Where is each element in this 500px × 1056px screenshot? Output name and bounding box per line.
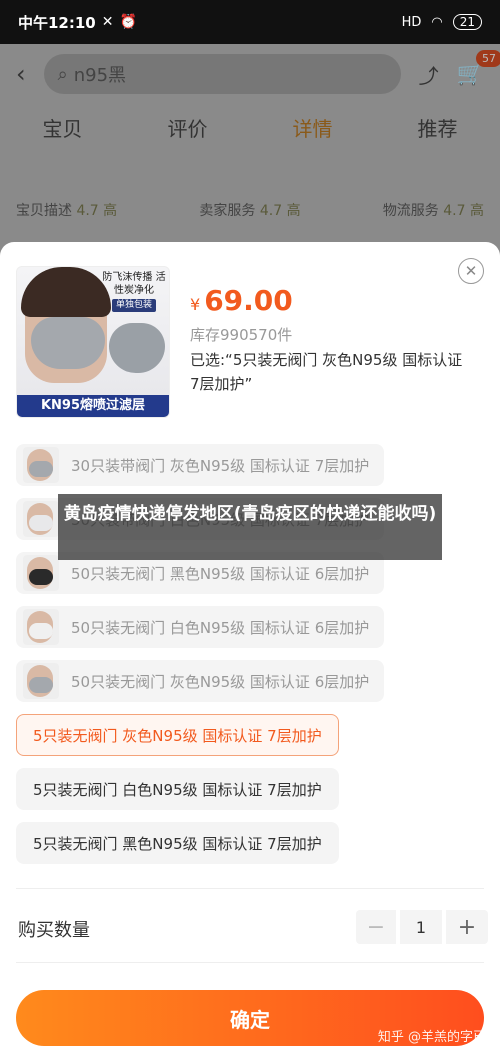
sku-option-label: 50只装无阀门 灰色N95级 国标认证 6层加护: [71, 672, 370, 691]
divider: [16, 962, 484, 963]
image-caption: 防飞沫传播 活性炭净化 单独包装: [102, 272, 166, 312]
currency-symbol: ¥: [190, 295, 201, 314]
sku-thumbnail: [23, 555, 59, 591]
source-credit: 知乎 @羊羔的字已: [377, 1030, 486, 1045]
search-text: n95黑: [73, 65, 127, 86]
sku-option[interactable]: 30只装带阀门 灰色N95级 国标认证 7层加护: [16, 444, 385, 486]
quantity-label: 购买数量: [18, 920, 90, 941]
rating-item: 宝贝描述 4.7 高: [16, 203, 118, 219]
quantity-value[interactable]: 1: [400, 910, 442, 944]
sku-thumbnail: [23, 663, 59, 699]
status-bar: 中午12:10 ✕ ⏰ HD ◠ 21: [0, 0, 500, 44]
sku-thumbnail: [23, 609, 59, 645]
mask-illustration: [109, 323, 165, 373]
wifi-icon: ◠: [431, 14, 443, 30]
shop-ratings: 宝贝描述 4.7 高 卖家服务 4.7 高 物流服务 4.7 高: [16, 200, 484, 220]
hd-signal-icon: HD: [401, 14, 422, 30]
quantity-plus-button[interactable]: +: [446, 910, 488, 944]
close-icon[interactable]: ✕: [458, 258, 484, 284]
divider: [16, 888, 484, 889]
tab-tuijian[interactable]: 推荐: [418, 113, 458, 142]
mask-illustration: [31, 317, 105, 369]
battery-icon: 21: [452, 14, 482, 30]
back-icon[interactable]: ‹: [16, 60, 26, 88]
sku-option-label: 30只装带阀门 灰色N95级 国标认证 7层加护: [71, 456, 370, 475]
search-icon: ⌕: [57, 63, 68, 85]
sku-thumbnail: [23, 447, 59, 483]
mute-icon: ✕: [101, 14, 114, 30]
background-tabs: 宝贝 评价 详情 推荐: [0, 104, 500, 150]
price-value: 69.00: [204, 284, 293, 317]
sku-option[interactable]: 5只装无阀门 灰色N95级 国标认证 7层加护: [16, 714, 339, 756]
sku-thumbnail: [23, 501, 59, 537]
cart-icon[interactable]: 🛒 57: [457, 49, 500, 87]
background-search[interactable]: ⌕ n95黑: [43, 54, 401, 94]
image-tag: 单独包装: [111, 299, 156, 312]
model-hair: [21, 267, 111, 317]
rating-item: 卖家服务 4.7 高: [199, 203, 301, 219]
tab-pingjia[interactable]: 评价: [168, 113, 208, 142]
alarm-icon: ⏰: [119, 14, 137, 30]
sku-option-label: 5只装无阀门 灰色N95级 国标认证 7层加护: [33, 726, 322, 745]
sku-option[interactable]: 50只装无阀门 白色N95级 国标认证 6层加护: [16, 606, 385, 648]
watermark-overlay: 黄岛疫情快递停发地区(青岛疫区的快递还能收吗): [58, 494, 442, 560]
tab-baobei[interactable]: 宝贝: [43, 113, 83, 142]
sku-option-label: 5只装无阀门 白色N95级 国标认证 7层加护: [33, 780, 322, 799]
selected-sku-text: 已选:“5只装无阀门 灰色N95级 国标认证 7层加护”: [190, 351, 463, 393]
sku-option-label: 50只装无阀门 黑色N95级 国标认证 6层加护: [71, 564, 370, 583]
sku-option-label: 50只装无阀门 白色N95级 国标认证 6层加护: [71, 618, 370, 637]
price: ¥69.00: [190, 284, 293, 317]
cart-badge: 57: [476, 49, 500, 67]
quantity-stepper: − 1 +: [356, 910, 488, 944]
tab-xiangqing[interactable]: 详情: [293, 113, 333, 142]
sku-option[interactable]: 5只装无阀门 黑色N95级 国标认证 7层加护: [16, 822, 339, 864]
product-image[interactable]: 防飞沫传播 活性炭净化 单独包装 KN95熔喷过滤层: [16, 266, 170, 418]
quantity-minus-button[interactable]: −: [356, 910, 396, 944]
share-icon[interactable]: ⤴: [419, 60, 439, 89]
sku-option[interactable]: 5只装无阀门 白色N95级 国标认证 7层加护: [16, 768, 339, 810]
sku-option[interactable]: 50只装无阀门 灰色N95级 国标认证 6层加护: [16, 660, 385, 702]
background-header: ‹ ⌕ n95黑 ⤴ 🛒 57: [0, 44, 500, 104]
rating-item: 物流服务 4.7 高: [382, 203, 484, 219]
status-time: 中午12:10: [18, 13, 96, 32]
sku-option-label: 5只装无阀门 黑色N95级 国标认证 7层加护: [33, 834, 322, 853]
stock-count: 库存990570件: [190, 326, 293, 344]
image-banner: KN95熔喷过滤层: [17, 395, 169, 417]
